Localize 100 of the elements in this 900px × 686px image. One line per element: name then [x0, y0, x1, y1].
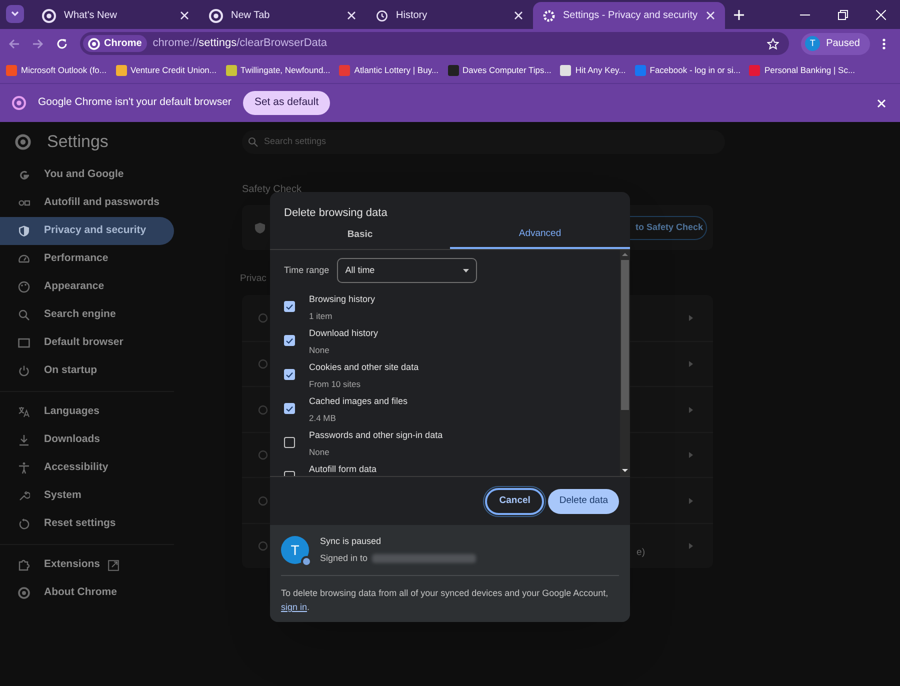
row-icon — [258, 404, 268, 414]
tab-title: New Tab — [231, 9, 271, 23]
set-default-button[interactable]: Set as default — [243, 91, 330, 115]
shield-icon — [254, 222, 266, 234]
option-detail: From 10 sites — [309, 378, 362, 390]
palette-icon — [18, 281, 30, 293]
browser-tab[interactable]: History — [366, 2, 533, 29]
puzzle-icon — [18, 559, 30, 571]
sidebar-item[interactable]: About Chrome — [0, 579, 174, 607]
sidebar-item[interactable]: Languages — [0, 398, 174, 426]
google-icon — [18, 169, 30, 181]
cancel-button[interactable]: Cancel — [485, 488, 544, 514]
caret-icon — [11, 11, 19, 17]
chevron-icon — [689, 543, 693, 549]
tab-search-button[interactable] — [6, 5, 24, 23]
sidebar-item[interactable]: Appearance — [0, 273, 174, 301]
checkbox[interactable] — [284, 301, 295, 312]
time-range-label: Time range — [284, 264, 330, 277]
power-icon — [18, 365, 30, 377]
bookmark-link[interactable]: Personal Banking | Sc... — [764, 64, 856, 77]
profile-button[interactable]: T Paused — [801, 32, 870, 54]
row-icon — [258, 313, 268, 323]
scroll-down-icon — [622, 468, 628, 474]
time-range-dropdown[interactable]: All time — [337, 258, 478, 283]
sidebar-item[interactable]: Reset settings — [0, 510, 174, 538]
infobar-message: Google Chrome isn't your default browser — [38, 95, 232, 110]
gauge-icon — [18, 253, 30, 265]
section-heading: Safety Check — [242, 183, 302, 197]
sidebar-item[interactable]: Default browser — [0, 329, 174, 357]
menu-icon — [882, 38, 886, 50]
check-icon — [286, 372, 293, 378]
checkbox[interactable] — [284, 335, 295, 346]
close-icon — [347, 11, 356, 20]
close-icon — [706, 11, 714, 20]
dialog-tab[interactable]: Basic — [270, 222, 450, 249]
row-icon — [258, 541, 268, 551]
sidebar-item[interactable]: Performance — [0, 245, 174, 273]
shield-icon — [18, 225, 30, 237]
row-text: e) — [636, 546, 645, 560]
settings-title: Settings — [47, 131, 108, 154]
sidebar-item[interactable]: Accessibility — [0, 454, 174, 482]
reset-icon — [18, 518, 30, 530]
checkbox[interactable] — [284, 437, 295, 448]
profile-status: Paused — [826, 37, 860, 51]
browser-tab[interactable]: New Tab — [199, 2, 366, 29]
site-chip-label: Chrome — [104, 37, 142, 51]
signed-in-text: Signed in to — [320, 552, 368, 565]
address-bar[interactable]: Chrome chrome://settings/clearBrowserData — [80, 32, 790, 55]
forward-icon — [32, 38, 44, 50]
bookmark-link[interactable]: Twillingate, Newfound... — [240, 64, 330, 77]
dialog-tab[interactable]: Advanced — [450, 222, 630, 249]
download-icon — [18, 434, 30, 446]
window-icon — [18, 337, 30, 349]
url-text: chrome://settings/clearBrowserData — [152, 36, 328, 52]
reload-icon — [56, 38, 68, 50]
bookmark-link[interactable]: Microsoft Outlook (fo... — [21, 64, 106, 77]
bookmark-link[interactable]: Atlantic Lottery | Buy... — [354, 64, 439, 77]
scroll-up-icon — [622, 252, 628, 258]
option-label: Browsing history — [309, 293, 376, 306]
bookmark-link[interactable]: Daves Computer Tips... — [462, 64, 552, 77]
option-label: Download history — [309, 327, 378, 340]
sidebar-item[interactable]: Autofill and passwords — [0, 189, 174, 217]
checkbox[interactable] — [284, 369, 295, 380]
checkbox[interactable] — [284, 403, 295, 414]
option-label: Cached images and files — [309, 395, 408, 408]
scrollbar[interactable] — [620, 250, 630, 476]
sidebar-item[interactable]: System — [0, 482, 174, 510]
close-icon — [876, 10, 886, 20]
close-icon — [514, 11, 523, 20]
option-detail: None — [309, 446, 330, 458]
sign-in-link[interactable]: sign in — [281, 602, 308, 612]
sidebar-item[interactable]: Extensions — [0, 551, 174, 579]
browser-tab[interactable]: Settings - Privacy and security — [533, 2, 724, 29]
back-icon — [8, 38, 20, 50]
check-icon — [286, 406, 293, 412]
star-icon — [767, 38, 780, 50]
sidebar-item[interactable]: Downloads — [0, 426, 174, 454]
option-detail: 1 item — [309, 310, 334, 322]
option-label: Passwords and other sign-in data — [309, 429, 443, 442]
translate-icon — [18, 406, 30, 418]
sidebar-item[interactable]: On startup — [0, 357, 174, 385]
bookmark-link[interactable]: Hit Any Key... — [575, 64, 626, 77]
sidebar-item[interactable]: You and Google — [0, 161, 174, 189]
tab-title: History — [396, 9, 428, 23]
bookmark-link[interactable]: Venture Credit Union... — [130, 64, 216, 77]
caret-icon — [463, 268, 470, 272]
option-detail: 2.4 MB — [309, 412, 337, 424]
option-detail: None — [309, 344, 330, 356]
avatar: T — [281, 536, 309, 564]
browser-tab[interactable]: What's New — [32, 2, 199, 29]
bookmark-link[interactable]: Facebook - log in or si... — [650, 64, 740, 77]
delete-data-button[interactable]: Delete data — [548, 488, 619, 514]
sidebar-item[interactable]: Search engine — [0, 301, 174, 329]
wrench-icon — [18, 490, 30, 502]
option-label: Autofill form data — [309, 463, 377, 476]
search-placeholder: Search settings — [264, 135, 326, 148]
chevron-icon — [689, 361, 693, 367]
history-icon — [376, 10, 388, 22]
close-icon — [877, 98, 886, 108]
sidebar-item[interactable]: Privacy and security — [0, 217, 174, 245]
